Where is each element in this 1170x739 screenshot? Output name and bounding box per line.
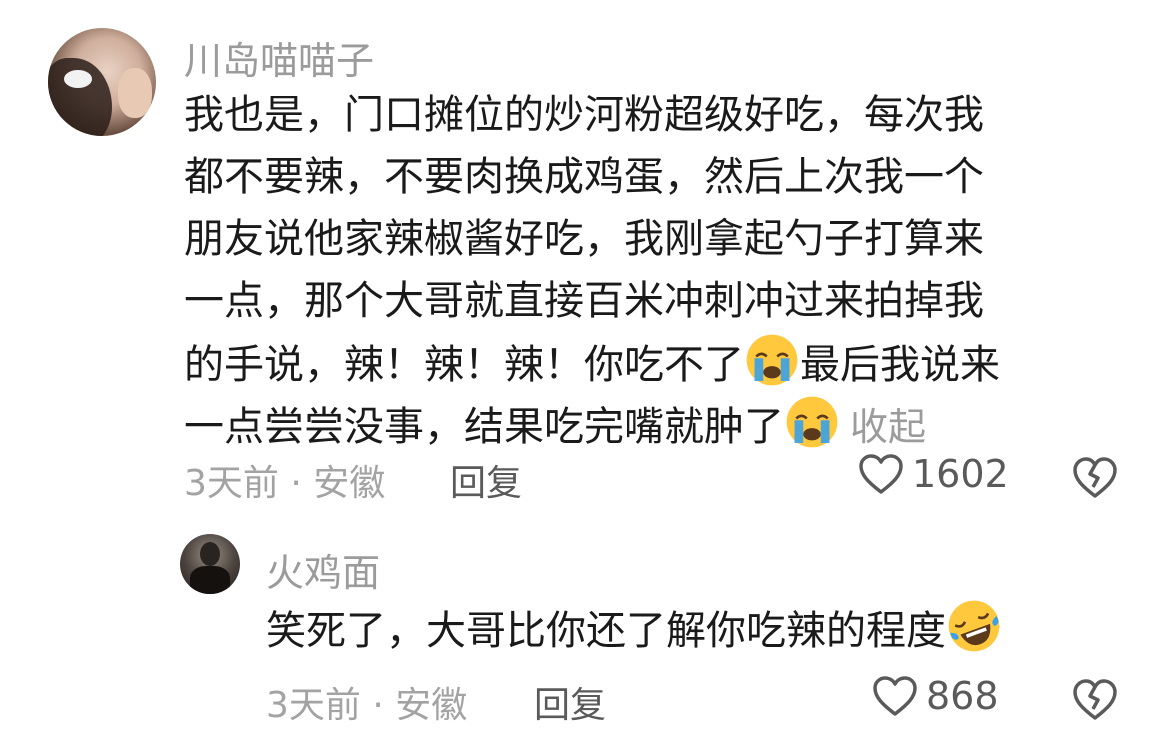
comment-reply-button[interactable]: 回复 (450, 454, 522, 506)
reply-line-segment: 笑死了，大哥比你还了解你吃辣的程度 (266, 608, 946, 654)
comment-like-count: 1602 (912, 452, 1009, 496)
comment-like-button[interactable]: 1602 (858, 452, 1009, 496)
crying-face-emoji (746, 334, 798, 386)
comment-line: 朋友说他家辣椒酱好吃，我刚拿起勺子打算来 (184, 216, 984, 262)
reply-username[interactable]: 火鸡面 (266, 542, 380, 597)
reply-line: 笑死了，大哥比你还了解你吃辣的程度 (266, 598, 1002, 660)
comment-line: 我也是，门口摊位的炒河粉超级好吃，每次我 (184, 92, 984, 138)
comment-line: 都不要辣，不要肉换成鸡蛋，然后上次我一个 (184, 154, 984, 200)
rolling-laughing-emoji (948, 600, 1000, 652)
comment-line: 的手说，辣！辣！辣！你吃不了 最后我说来 (184, 332, 1000, 394)
comment-line-segment: 最后我说来 (800, 342, 1000, 388)
heart-icon (859, 454, 903, 494)
crying-face-emoji (786, 396, 838, 448)
collapse-link[interactable]: 收起 (850, 405, 926, 449)
broken-heart-icon[interactable] (1072, 454, 1118, 500)
reply-text: 笑死了，大哥比你还了解你吃辣的程度 (266, 598, 1002, 660)
comment-line: 一点，那个大哥就直接百米冲刺冲过来拍掉我 (184, 278, 984, 324)
reply-like-count: 868 (926, 674, 999, 718)
reply-time-location: 3天前 · 安徽 (266, 685, 468, 726)
broken-heart-icon[interactable] (1072, 676, 1118, 722)
commenter-avatar[interactable] (48, 28, 156, 136)
reply-avatar[interactable] (180, 534, 240, 594)
comment-line-segment: 的手说，辣！辣！辣！你吃不了 (184, 342, 744, 388)
comment-time-location: 3天前 · 安徽 (184, 463, 386, 504)
comment-text: 我也是，门口摊位的炒河粉超级好吃，每次我 都不要辣，不要肉换成鸡蛋，然后上次我一… (184, 84, 1000, 456)
reply-reply-button[interactable]: 回复 (534, 676, 606, 728)
reply-like-button[interactable]: 868 (872, 674, 999, 718)
comment-line: 一点尝尝没事，结果吃完嘴就肿了 收起 (184, 394, 1000, 456)
heart-icon (873, 676, 917, 716)
comment-line-segment: 一点尝尝没事，结果吃完嘴就肿了 (184, 404, 784, 450)
commenter-username[interactable]: 川岛喵喵子 (184, 30, 374, 85)
